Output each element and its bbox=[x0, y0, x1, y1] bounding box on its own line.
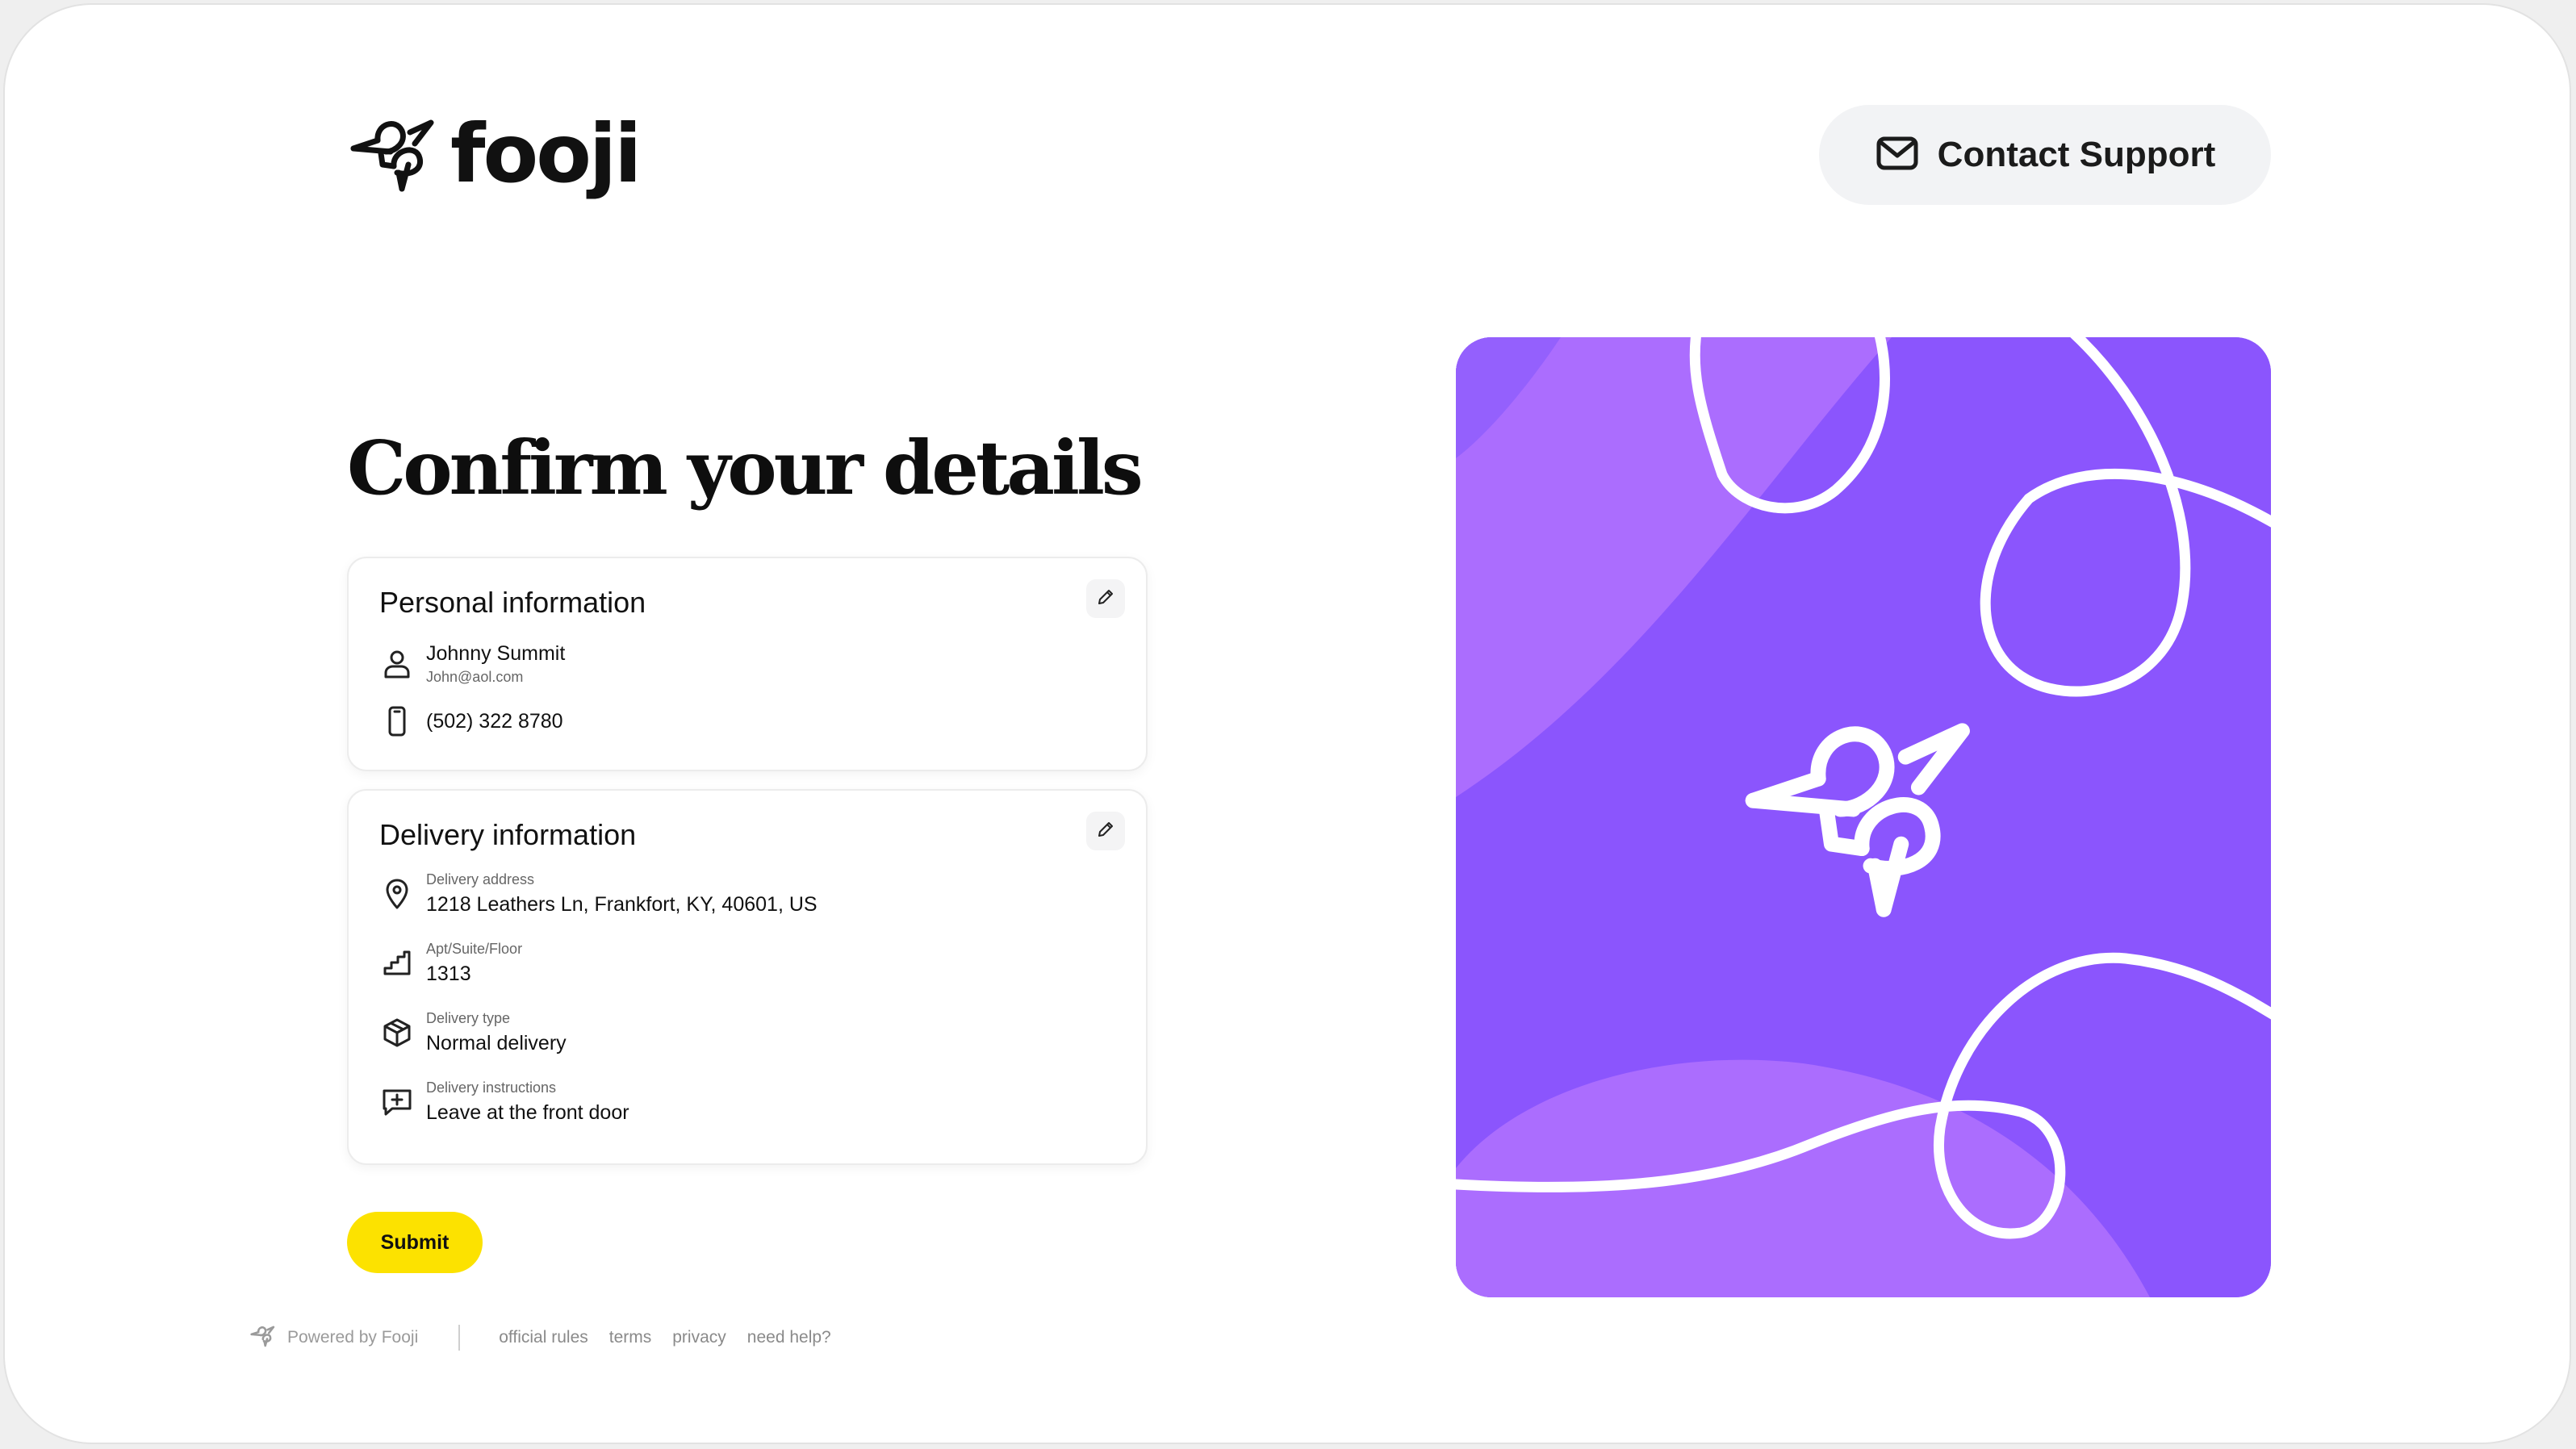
map-pin-icon bbox=[379, 876, 415, 912]
page-title: Confirm your details bbox=[347, 424, 1144, 512]
footer: Powered by Fooji official rules terms pr… bbox=[250, 1322, 852, 1354]
delivery-instructions-label: Delivery instructions bbox=[426, 1079, 557, 1096]
delivery-apt-row: Apt/Suite/Floor 1313 bbox=[379, 941, 522, 986]
delivery-instructions-value: Leave at the front door bbox=[426, 1101, 629, 1124]
delivery-instructions-row: Delivery instructions Leave at the front… bbox=[379, 1079, 629, 1125]
delivery-address-label: Delivery address bbox=[426, 871, 535, 887]
delivery-address-value: 1218 Leathers Ln, Frankfort, KY, 40601, … bbox=[426, 893, 818, 916]
personal-email: John@aol.com bbox=[426, 669, 524, 685]
delivery-type-value: Normal delivery bbox=[426, 1032, 567, 1054]
stairs-icon bbox=[379, 946, 415, 981]
phone-icon bbox=[379, 704, 415, 739]
powered-by[interactable]: Powered by Fooji bbox=[250, 1323, 418, 1352]
delivery-address-row: Delivery address 1218 Leathers Ln, Frank… bbox=[379, 871, 818, 917]
delivery-apt-value: 1313 bbox=[426, 963, 471, 985]
pencil-icon bbox=[1096, 587, 1115, 611]
footer-link-need-help[interactable]: need help? bbox=[747, 1328, 831, 1347]
footer-link-privacy[interactable]: privacy bbox=[672, 1328, 726, 1347]
user-icon bbox=[379, 646, 415, 682]
footer-divider bbox=[458, 1325, 461, 1351]
personal-name: Johnny Summit bbox=[426, 642, 566, 665]
fooji-bird-icon bbox=[349, 111, 445, 196]
footer-link-terms[interactable]: terms bbox=[609, 1328, 652, 1347]
app-window: fooji Contact Support Confirm your detai… bbox=[3, 3, 2571, 1444]
contact-support-label: Contact Support bbox=[1937, 135, 2216, 174]
delivery-apt-label: Apt/Suite/Floor bbox=[426, 941, 523, 957]
pencil-icon bbox=[1096, 820, 1115, 843]
personal-phone-row: (502) 322 8780 bbox=[379, 704, 563, 739]
hero-illustration bbox=[1456, 337, 2271, 1297]
message-plus-icon bbox=[379, 1084, 415, 1120]
footer-link-official-rules[interactable]: official rules bbox=[499, 1328, 588, 1347]
personal-phone: (502) 322 8780 bbox=[426, 709, 563, 733]
delivery-type-label: Delivery type bbox=[426, 1010, 511, 1026]
delivery-type-row: Delivery type Normal delivery bbox=[379, 1010, 567, 1055]
brand-wordmark: fooji bbox=[450, 106, 642, 201]
personal-name-row: Johnny Summit John@aol.com bbox=[379, 642, 565, 686]
mail-icon bbox=[1875, 131, 1938, 180]
edit-personal-button[interactable] bbox=[1086, 579, 1125, 618]
powered-by-label: Powered by Fooji bbox=[287, 1328, 419, 1347]
brand-logo[interactable]: fooji bbox=[349, 106, 642, 201]
fooji-bird-icon bbox=[250, 1323, 287, 1352]
personal-information-title: Personal information bbox=[379, 586, 646, 619]
personal-information-card: Personal information Johnny Summit John@… bbox=[347, 557, 1148, 771]
delivery-information-card: Delivery information Delivery address 12… bbox=[347, 789, 1148, 1165]
delivery-information-title: Delivery information bbox=[379, 818, 637, 851]
contact-support-button[interactable]: Contact Support bbox=[1819, 105, 2271, 205]
edit-delivery-button[interactable] bbox=[1086, 812, 1125, 850]
package-icon bbox=[379, 1015, 415, 1050]
submit-button[interactable]: Submit bbox=[347, 1212, 483, 1273]
